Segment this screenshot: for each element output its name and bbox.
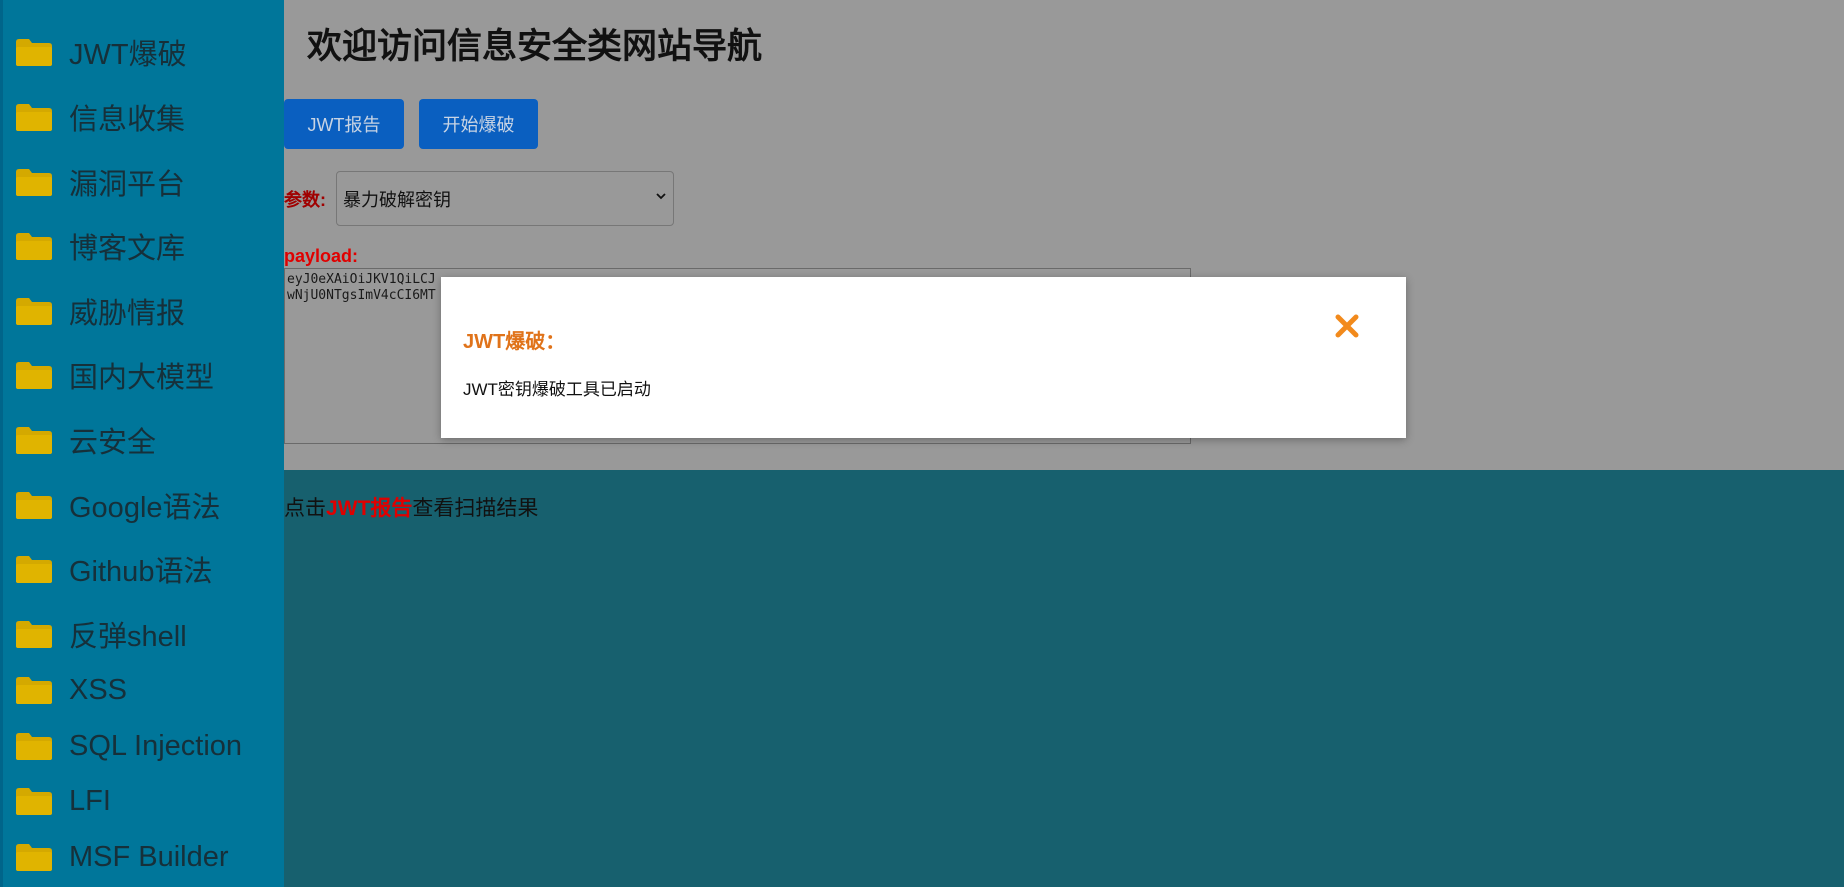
sidebar-item-blog[interactable]: 博客文库 [15, 226, 185, 266]
sidebar-item-reverse-shell[interactable]: 反弹shell [15, 614, 187, 654]
folder-icon [16, 788, 52, 815]
sidebar-item-label: 信息收集 [69, 104, 186, 136]
folder-icon [16, 556, 52, 583]
hint-text: 点击JWT报告查看扫描结果 [284, 492, 538, 522]
folder-icon [16, 233, 52, 260]
sidebar-item-llm[interactable]: 国内大模型 [15, 355, 214, 395]
param-select-value: 暴力破解密钥 [343, 189, 451, 210]
sidebar-item-label: 反弹shell [69, 621, 187, 653]
folder-icon [16, 492, 52, 519]
folder-icon [16, 39, 52, 66]
sidebar-item-jwt[interactable]: JWT爆破 [15, 32, 187, 72]
payload-label: payload: [284, 246, 359, 266]
jwt-report-link[interactable]: JWT报告 [326, 497, 412, 520]
param-select[interactable]: 暴力破解密钥 [336, 171, 674, 226]
sidebar-item-github-syntax[interactable]: Github语法 [15, 549, 212, 589]
sidebar-item-lfi[interactable]: LFI [15, 781, 111, 821]
sidebar-item-label: XSS [69, 673, 128, 706]
page-title: 欢迎访问信息安全类网站导航 [307, 27, 763, 66]
sidebar: JWT爆破 信息收集 漏洞平台 博客文库 威胁情报 国内大模型 云安全 Goog… [0, 0, 284, 887]
sidebar-item-label: 博客文库 [69, 233, 186, 265]
hint-suffix: 查看扫描结果 [412, 497, 539, 520]
folder-icon [16, 733, 52, 760]
folder-icon [16, 362, 52, 389]
chevron-down-icon [656, 193, 666, 200]
folder-icon [16, 844, 52, 871]
sidebar-item-label: 漏洞平台 [69, 169, 186, 201]
sidebar-item-google-syntax[interactable]: Google语法 [15, 485, 221, 525]
sidebar-item-label: JWT爆破 [69, 39, 187, 71]
folder-icon [16, 104, 52, 131]
sidebar-item-label: LFI [69, 784, 111, 817]
sidebar-item-threat-intel[interactable]: 威胁情报 [15, 291, 185, 331]
sidebar-item-vuln-platform[interactable]: 漏洞平台 [15, 162, 185, 202]
sidebar-item-xss[interactable]: XSS [15, 670, 127, 710]
close-icon[interactable] [1334, 313, 1360, 339]
sidebar-item-info-gathering[interactable]: 信息收集 [15, 97, 185, 137]
sidebar-item-sql-injection[interactable]: SQL Injection [15, 726, 242, 766]
folder-icon [16, 621, 52, 648]
sidebar-item-label: MSF Builder [69, 840, 229, 873]
sidebar-item-label: 国内大模型 [69, 362, 215, 394]
sidebar-item-label: Github语法 [69, 556, 213, 588]
modal-title: JWT爆破： [463, 331, 566, 353]
folder-icon [16, 169, 52, 196]
sidebar-item-label: 云安全 [69, 427, 157, 459]
sidebar-item-label: Google语法 [69, 492, 221, 524]
sidebar-item-label: 威胁情报 [69, 298, 186, 330]
folder-icon [16, 677, 52, 704]
modal-message: JWT密钥爆破工具已启动 [463, 380, 651, 399]
start-bruteforce-button[interactable]: 开始爆破 [419, 99, 538, 149]
hint-prefix: 点击 [284, 497, 326, 520]
folder-icon [16, 427, 52, 454]
sidebar-item-msf-builder[interactable]: MSF Builder [15, 837, 229, 877]
folder-icon [16, 298, 52, 325]
jwt-report-button[interactable]: JWT报告 [284, 99, 404, 149]
param-label: 参数: [284, 190, 326, 210]
sidebar-item-cloud-security[interactable]: 云安全 [15, 420, 156, 460]
sidebar-item-label: SQL Injection [69, 729, 243, 762]
modal-dialog: JWT爆破： JWT密钥爆破工具已启动 [441, 277, 1406, 438]
